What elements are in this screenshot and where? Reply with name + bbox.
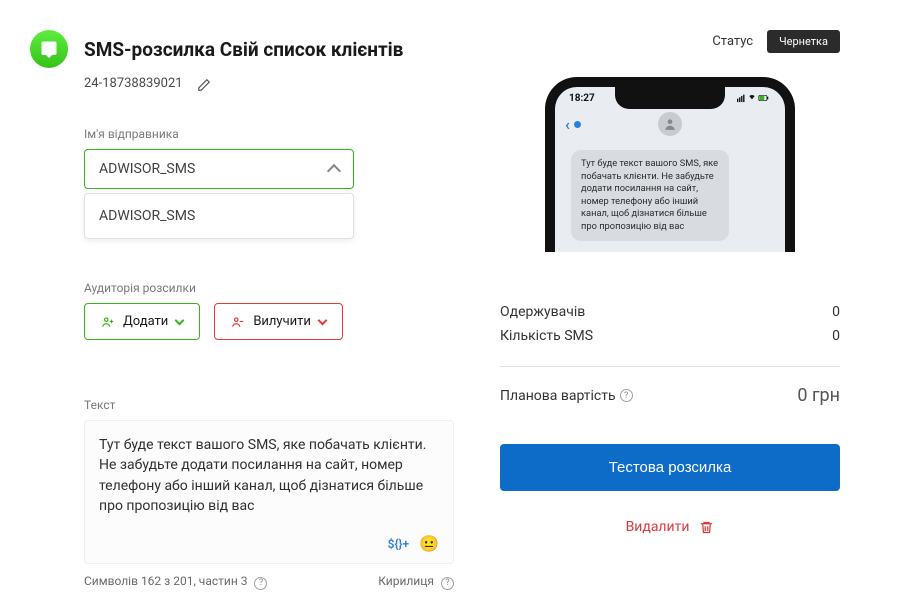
add-label: Додати: [123, 314, 168, 329]
emoji-button[interactable]: 😐: [419, 534, 439, 553]
cost-value: 0 грн: [797, 385, 840, 406]
phone-time: 18:27: [569, 93, 595, 106]
audience-label: Аудиторія розсилки: [84, 281, 460, 295]
phone-signal-icons: [737, 93, 771, 106]
chevron-up-icon: [327, 163, 341, 177]
status-label: Статус: [712, 34, 753, 49]
sender-label: Ім'я відправника: [30, 127, 460, 141]
add-audience-button[interactable]: Додати: [84, 303, 200, 340]
insert-variable-button[interactable]: ${}+: [388, 537, 409, 551]
sms-count-label: Кількість SMS: [500, 328, 593, 344]
sender-select[interactable]: ADWISOR_SMS: [84, 149, 354, 189]
text-label: Текст: [84, 398, 460, 412]
campaign-id: 24-18738839021: [84, 76, 183, 91]
cost-label: Планова вартість ?: [500, 388, 633, 404]
avatar-icon: [658, 112, 682, 136]
user-plus-icon: [101, 315, 115, 329]
help-icon[interactable]: ?: [441, 577, 454, 590]
divider: [500, 366, 840, 367]
test-send-button[interactable]: Тестова розсилка: [500, 444, 840, 491]
status-badge: Чернетка: [767, 30, 840, 53]
sender-selected-value: ADWISOR_SMS: [99, 161, 195, 177]
sms-preview-bubble: Тут буде текст вашого SMS, яке побачать …: [571, 150, 729, 241]
delete-button[interactable]: Видалити: [500, 519, 840, 535]
help-icon[interactable]: ?: [254, 577, 267, 590]
phone-preview: 18:27 ‹ Тут буде текст вашого SMS, яке п…: [545, 77, 795, 252]
char-counter: Символів 162 з 201, частин 3 ?: [84, 574, 267, 590]
sms-text-content: Тут буде текст вашого SMS, яке побачать …: [99, 435, 439, 516]
page-title: SMS-розсилка Свій список клієнтів: [84, 38, 403, 61]
encoding-label: Кирилиця ?: [378, 574, 454, 590]
user-minus-icon: [231, 315, 245, 329]
trash-icon: [699, 520, 714, 535]
sender-option[interactable]: ADWISOR_SMS: [85, 194, 353, 238]
edit-icon[interactable]: [197, 77, 211, 91]
sms-count-value: 0: [832, 328, 840, 344]
sender-dropdown: ADWISOR_SMS: [84, 193, 354, 239]
delete-label: Видалити: [626, 519, 690, 535]
sms-text-input[interactable]: Тут буде текст вашого SMS, яке побачать …: [84, 420, 454, 564]
phone-notch: [615, 87, 725, 109]
chevron-down-icon: [317, 316, 327, 326]
sms-app-icon: [30, 30, 68, 68]
remove-audience-button[interactable]: Вилучити: [214, 303, 343, 340]
help-icon[interactable]: ?: [620, 389, 633, 402]
chevron-down-icon: [175, 316, 185, 326]
recipients-value: 0: [832, 304, 840, 320]
recipients-label: Одержувачів: [500, 304, 585, 320]
remove-label: Вилучити: [253, 314, 311, 329]
